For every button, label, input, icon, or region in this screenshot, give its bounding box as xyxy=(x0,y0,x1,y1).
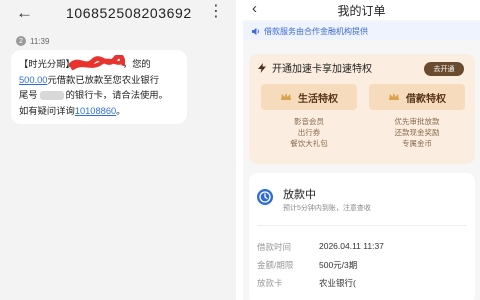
detail-label: 金额/期限 xyxy=(257,260,294,270)
speed-card-promo: 开通加速卡享加速特权 去开通 生活特权 借款特权 影音会员 出行券 餐饮大礼包 xyxy=(249,54,475,164)
divider xyxy=(257,225,467,226)
message-timestamp: 2 11:39 xyxy=(16,36,49,46)
promo-title: 开通加速卡享加速特权 xyxy=(272,64,372,75)
message-line-2: 500.00元借款已放款至您农业银行 xyxy=(19,74,160,85)
redacted-card-tail xyxy=(39,91,64,101)
speaker-icon xyxy=(251,27,259,35)
crown-icon xyxy=(389,93,399,100)
notice-text: 借款服务由合作金融机构提供 xyxy=(264,26,368,36)
back-arrow-icon[interactable]: ← xyxy=(16,3,33,23)
sim-badge-icon: 2 xyxy=(16,36,26,46)
tab-life-label: 生活特权 xyxy=(298,93,338,105)
list-item: 出行券 xyxy=(297,128,321,137)
orders-panel: 我的订单 ‹ 借款服务由合作金融机构提供 开通加速卡享加速特权 去开通 生活特权 xyxy=(243,0,480,300)
message-line-3: 尾号 的银行卡，请合法使用。 xyxy=(19,90,168,101)
order-status-card[interactable]: 放款中 预计5分钟内到账，注意查收 借款时间 2026.04.11 11:37 … xyxy=(249,173,475,300)
loan-privilege-list: 优先审批放款 还款现金奖励 专属金币 xyxy=(369,116,465,149)
detail-label: 放款卡 xyxy=(257,278,283,288)
sms-header: ← 10685250820369​2 ⋮ xyxy=(0,0,236,26)
sender-number: 10685250820369​2 xyxy=(66,5,192,21)
detail-label: 借款时间 xyxy=(257,242,292,252)
list-item: 专属金币 xyxy=(402,139,432,148)
tab-life-privilege[interactable]: 生活特权 xyxy=(261,84,357,110)
sms-panel: ← 10685250820369​2 ⋮ 2 11:39 【时光分期】 ，您的 5… xyxy=(0,0,236,300)
tab-loan-privilege[interactable]: 借款特权 xyxy=(369,84,465,110)
activate-button[interactable]: 去开通 xyxy=(424,62,464,76)
phone-link[interactable]: 10108860 xyxy=(75,106,116,116)
more-options-icon[interactable]: ⋮ xyxy=(208,2,224,22)
message-line-4: 如有疑问详询10108860。 xyxy=(19,105,126,116)
detail-value: 2026.04.11 11:37 xyxy=(319,241,384,251)
back-chevron-icon[interactable]: ‹ xyxy=(252,0,257,18)
list-item: 影音会员 xyxy=(294,117,324,126)
detail-row: 金额/期限 500元/3期 xyxy=(257,259,467,273)
privilege-tabs: 生活特权 借款特权 xyxy=(261,84,466,110)
list-item: 餐饮大礼包 xyxy=(290,139,328,148)
page-title: 我的订单 xyxy=(337,4,386,18)
status-subtitle: 预计5分钟内到账，注意查收 xyxy=(283,205,371,212)
orders-header: 我的订单 ‹ xyxy=(243,0,480,20)
clock-icon xyxy=(257,189,273,205)
life-privilege-list: 影音会员 出行券 餐饮大礼包 xyxy=(261,116,357,149)
redaction-scribble xyxy=(69,55,125,70)
tab-loan-label: 借款特权 xyxy=(406,93,446,105)
message-bubble[interactable]: 【时光分期】 ，您的 500.00元借款已放款至您农业银行 尾号 的银行卡，请合法使… xyxy=(11,50,187,124)
detail-row: 借款时间 2026.04.11 11:37 xyxy=(257,241,467,255)
list-item: 还款现金奖励 xyxy=(394,128,440,137)
flash-card-icon xyxy=(258,62,266,73)
amount-link[interactable]: 500.00 xyxy=(19,75,47,85)
crown-icon xyxy=(281,93,291,100)
detail-value: 农业银行( xyxy=(319,278,356,288)
detail-value: 500元/3期 xyxy=(319,260,358,270)
status-title: 放款中 xyxy=(283,189,316,201)
promo-title-row: 开通加速卡享加速特权 xyxy=(257,60,372,75)
message-time: 11:39 xyxy=(30,36,50,46)
list-item: 优先审批放款 xyxy=(394,117,440,126)
service-notice: 借款服务由合作金融机构提供 xyxy=(243,22,480,40)
detail-row: 放款卡 农业银行( xyxy=(257,277,467,291)
